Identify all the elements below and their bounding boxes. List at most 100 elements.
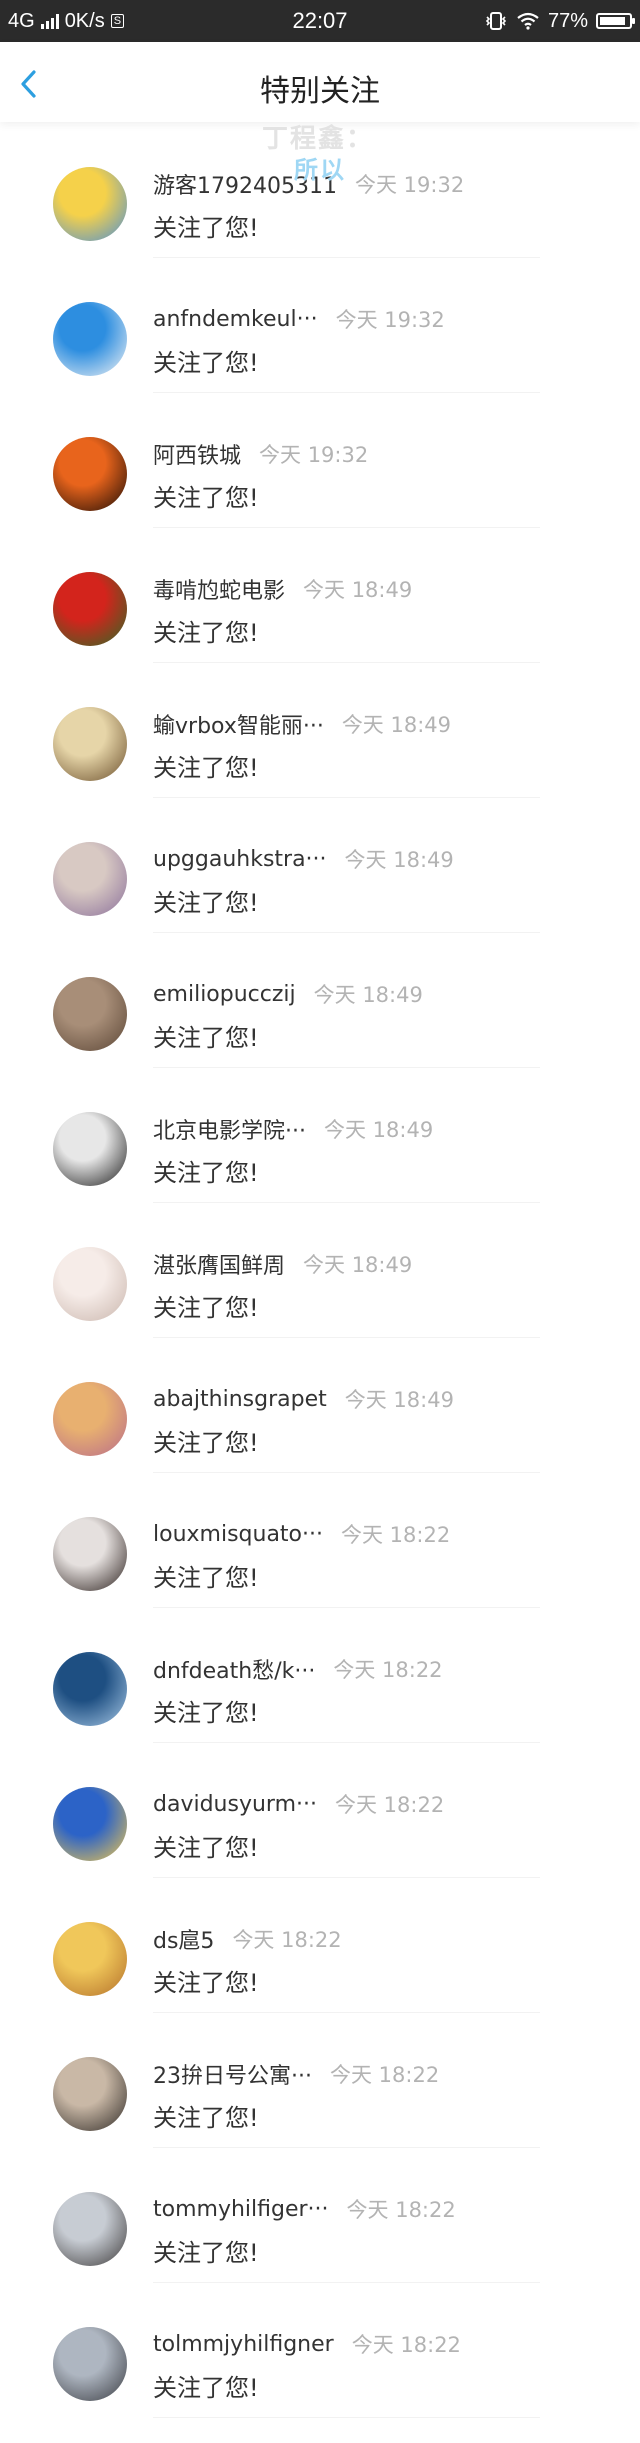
- follow-message: 关注了您!: [153, 1834, 259, 1862]
- name-row: anfndemkeul··· 今天 19:32: [153, 302, 445, 336]
- list-item[interactable]: 北京电影学院··· 今天 18:49 关注了您!: [0, 1067, 640, 1203]
- list-item[interactable]: 阿西铁城 今天 19:32 关注了您!: [0, 392, 640, 528]
- user-name[interactable]: 23拚日号公寓···: [153, 2058, 312, 2090]
- page-title: 特别关注: [260, 74, 380, 109]
- name-row: 蝓vrbox智能丽··· 今天 18:49: [153, 707, 451, 741]
- status-right: 77%: [484, 0, 635, 42]
- follow-time: 今天 18:22: [334, 1793, 445, 1817]
- avatar[interactable]: [53, 707, 127, 781]
- avatar[interactable]: [53, 1652, 127, 1726]
- vibrate-icon: [485, 12, 507, 30]
- follow-message: 关注了您!: [153, 754, 259, 782]
- list-item[interactable]: upggauhkstra··· 今天 18:49 关注了您!: [0, 797, 640, 933]
- list-item[interactable]: tommyhilfiger··· 今天 18:22 关注了您!: [0, 2147, 640, 2283]
- follow-time: 今天 19:32: [354, 173, 465, 197]
- name-row: tommyhilfiger··· 今天 18:22: [153, 2192, 456, 2226]
- user-name[interactable]: davidusyurm···: [153, 1792, 317, 1817]
- follow-message: 关注了您!: [153, 2104, 259, 2132]
- name-row: 23拚日号公寓··· 今天 18:22: [153, 2057, 439, 2091]
- user-name[interactable]: emiliopucczij: [153, 982, 296, 1007]
- follow-time: 今天 18:49: [344, 1388, 454, 1412]
- name-row: tolmmjyhilfigner 今天 18:22: [153, 2327, 461, 2361]
- user-name[interactable]: 蝓vrbox智能丽···: [153, 708, 324, 740]
- list-item[interactable]: anfndemkeul··· 今天 19:32 关注了您!: [0, 257, 640, 393]
- follow-message: 关注了您!: [153, 349, 259, 377]
- avatar[interactable]: [53, 842, 127, 916]
- divider: [153, 2417, 540, 2418]
- status-bar: 4G 0K/s S 22:07 77%: [0, 0, 640, 42]
- name-row: 湛张膺国鲜周 今天 18:49: [153, 1247, 412, 1281]
- name-row: upggauhkstra··· 今天 18:49: [153, 842, 454, 876]
- list-item[interactable]: davidusyurm··· 今天 18:22 关注了您!: [0, 1742, 640, 1878]
- avatar[interactable]: [53, 1517, 127, 1591]
- user-name[interactable]: louxmisquato···: [153, 1522, 323, 1547]
- avatar[interactable]: [53, 977, 127, 1051]
- wifi-icon: [517, 12, 539, 30]
- follow-message: 关注了您!: [153, 2239, 259, 2267]
- avatar[interactable]: [53, 302, 127, 376]
- avatar[interactable]: [53, 1247, 127, 1321]
- follow-time: 今天 18:22: [351, 2333, 461, 2357]
- user-name[interactable]: 阿西铁城: [153, 438, 241, 470]
- list-item[interactable]: emiliopucczij 今天 18:49 关注了您!: [0, 932, 640, 1068]
- follow-time: 今天 18:49: [303, 578, 413, 602]
- danmaku-text-2: 所以: [294, 156, 346, 184]
- battery-percent: 77%: [547, 9, 588, 32]
- list-item[interactable]: abajthinsgrapet 今天 18:49 关注了您!: [0, 1337, 640, 1473]
- name-row: ds扈5 今天 18:22: [153, 1922, 342, 1956]
- list-item[interactable]: louxmisquato··· 今天 18:22 关注了您!: [0, 1472, 640, 1608]
- follow-time: 今天 19:32: [259, 443, 369, 467]
- list-item[interactable]: ds扈5 今天 18:22 关注了您!: [0, 1877, 640, 2013]
- name-row: 阿西铁城 今天 19:32: [153, 437, 368, 471]
- follower-list: 游客1792405311 今天 19:32 关注了您! anfndemkeul··· 今…: [0, 122, 640, 2418]
- list-item[interactable]: 23拚日号公寓··· 今天 18:22 关注了您!: [0, 2012, 640, 2148]
- list-item[interactable]: 湛张膺国鲜周 今天 18:49 关注了您!: [0, 1202, 640, 1338]
- follow-message: 关注了您!: [153, 214, 259, 242]
- follow-message: 关注了您!: [153, 1699, 259, 1727]
- user-name[interactable]: 毒啃尥蛇电影: [153, 573, 285, 605]
- follow-time: 今天 18:49: [303, 1253, 413, 1277]
- battery-icon: [596, 13, 635, 29]
- avatar[interactable]: [53, 2327, 127, 2401]
- follow-message: 关注了您!: [153, 1429, 259, 1457]
- list-item[interactable]: 毒啃尥蛇电影 今天 18:49 关注了您!: [0, 527, 640, 663]
- avatar[interactable]: [53, 2057, 127, 2131]
- user-name[interactable]: abajthinsgrapet: [153, 1387, 327, 1412]
- user-name[interactable]: tommyhilfiger···: [153, 2197, 329, 2222]
- follow-message: 关注了您!: [153, 1969, 259, 1997]
- follow-time: 今天 18:49: [323, 1118, 434, 1142]
- name-row: dnfdeath愁/k··· 今天 18:22: [153, 1652, 443, 1686]
- list-item[interactable]: dnfdeath愁/k··· 今天 18:22 关注了您!: [0, 1607, 640, 1743]
- avatar[interactable]: [53, 167, 127, 241]
- user-name[interactable]: ds扈5: [153, 1923, 214, 1955]
- follow-time: 今天 18:22: [333, 1658, 443, 1682]
- user-name[interactable]: 湛张膺国鲜周: [153, 1248, 285, 1280]
- name-row: davidusyurm··· 今天 18:22: [153, 1787, 444, 1821]
- user-name[interactable]: tolmmjyhilfigner: [153, 2332, 334, 2357]
- user-name[interactable]: 北京电影学院···: [153, 1113, 306, 1145]
- follow-time: 今天 18:22: [341, 1523, 451, 1547]
- user-name[interactable]: upggauhkstra···: [153, 847, 327, 872]
- avatar[interactable]: [53, 1922, 127, 1996]
- follow-time: 今天 18:49: [341, 713, 452, 737]
- avatar[interactable]: [53, 437, 127, 511]
- avatar[interactable]: [53, 572, 127, 646]
- follow-message: 关注了您!: [153, 1564, 259, 1592]
- follow-message: 关注了您!: [153, 1159, 259, 1187]
- follow-time: 今天 18:22: [346, 2198, 456, 2222]
- avatar[interactable]: [53, 2192, 127, 2266]
- name-row: louxmisquato··· 今天 18:22: [153, 1517, 450, 1551]
- avatar[interactable]: [53, 1112, 127, 1186]
- follow-message: 关注了您!: [153, 2374, 259, 2402]
- follow-time: 今天 18:22: [329, 2063, 440, 2087]
- user-name[interactable]: anfndemkeul···: [153, 307, 318, 332]
- user-name[interactable]: dnfdeath愁/k···: [153, 1653, 315, 1685]
- follow-message: 关注了您!: [153, 889, 259, 917]
- follow-time: 今天 19:32: [335, 308, 445, 332]
- avatar[interactable]: [53, 1787, 127, 1861]
- list-item[interactable]: 蝓vrbox智能丽··· 今天 18:49 关注了您!: [0, 662, 640, 798]
- follow-message: 关注了您!: [153, 484, 259, 512]
- avatar[interactable]: [53, 1382, 127, 1456]
- follow-time: 今天 18:22: [232, 1928, 342, 1952]
- list-item[interactable]: tolmmjyhilfigner 今天 18:22 关注了您!: [0, 2282, 640, 2418]
